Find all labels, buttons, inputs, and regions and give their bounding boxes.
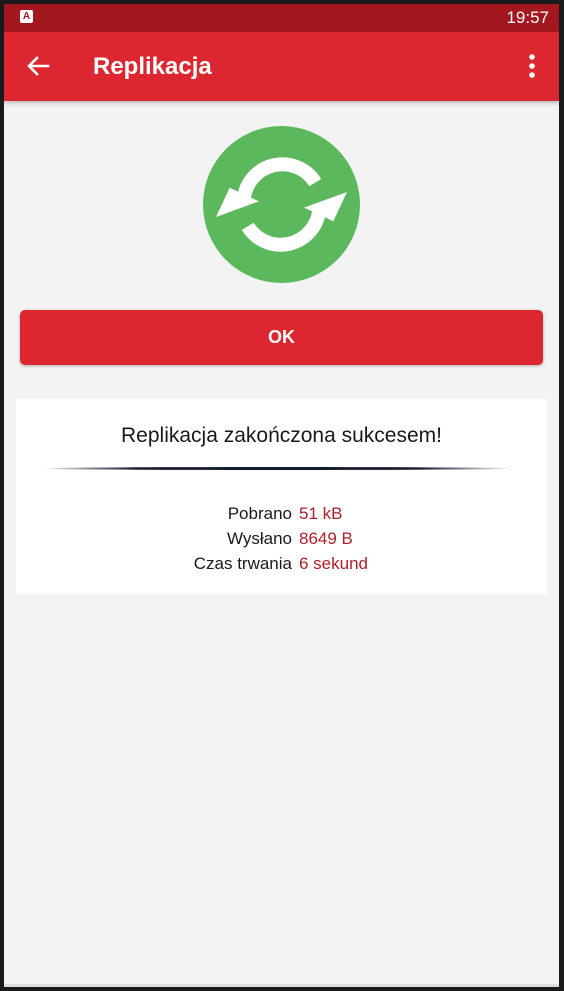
- app-bar: Replikacja: [4, 32, 559, 101]
- sync-success-icon: [202, 125, 361, 284]
- screen: A 19:57 Replikacja OK Replikacja zakończ…: [4, 4, 559, 987]
- arrow-left-icon: [27, 56, 50, 76]
- stat-label: Czas trwania: [193, 554, 292, 573]
- page-title: Replikacja: [93, 53, 212, 80]
- app-notification-icon: A: [20, 10, 33, 23]
- overflow-menu-button[interactable]: [519, 52, 545, 82]
- stat-row-downloaded: Pobrano 51 kB: [16, 501, 547, 526]
- stat-row-duration: Czas trwania 6 sekund: [16, 551, 547, 576]
- ok-button[interactable]: OK: [20, 310, 543, 365]
- status-bar: A 19:57: [4, 4, 559, 32]
- divider: [42, 467, 512, 470]
- status-time: 19:57: [506, 8, 549, 27]
- stat-value: 6 sekund: [299, 554, 368, 573]
- result-message: Replikacja zakończona sukcesem!: [121, 424, 442, 447]
- more-vert-icon: [529, 54, 535, 78]
- stats-list: Pobrano 51 kB Wysłano 8649 B Czas trwani…: [16, 501, 547, 576]
- stat-label: Pobrano: [227, 504, 292, 523]
- stat-value: 8649 B: [299, 529, 353, 548]
- stat-label: Wysłano: [226, 529, 292, 548]
- back-button[interactable]: [22, 50, 54, 82]
- stat-row-sent: Wysłano 8649 B: [16, 526, 547, 551]
- stat-value: 51 kB: [299, 504, 343, 523]
- result-card: Replikacja zakończona sukcesem! Pobrano …: [16, 399, 547, 594]
- bottom-edge: [4, 984, 559, 987]
